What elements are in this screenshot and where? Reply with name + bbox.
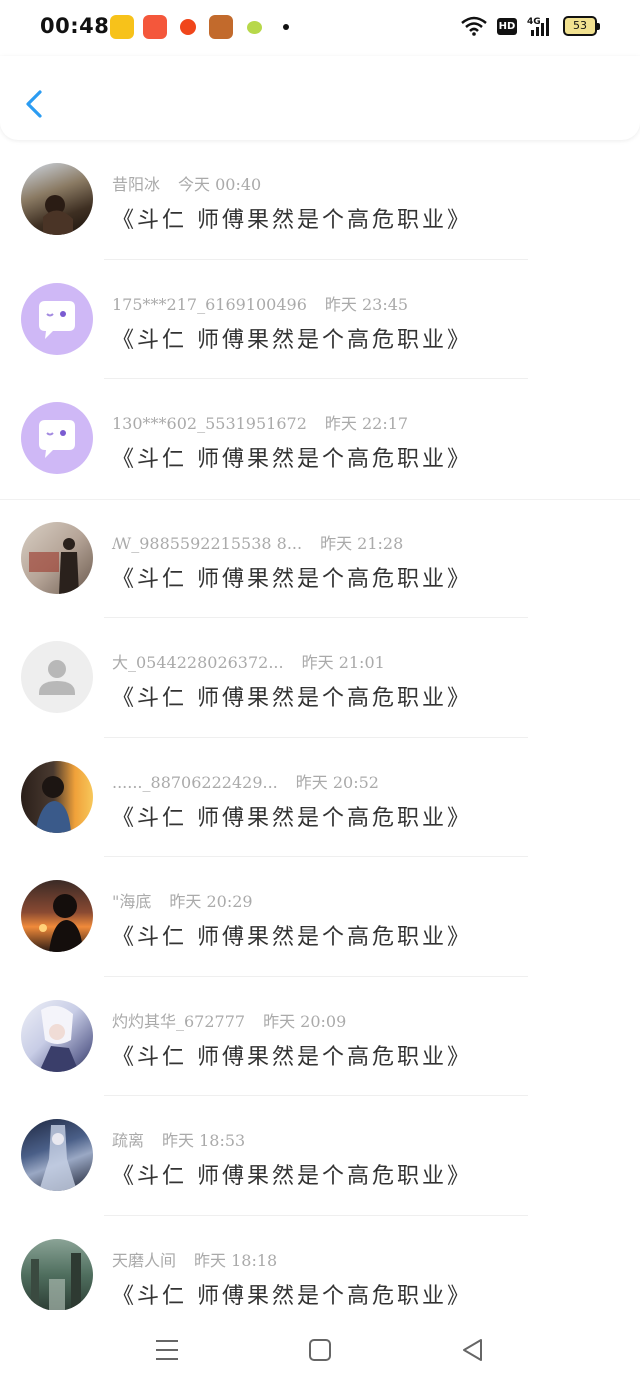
avatar[interactable]: [21, 282, 93, 355]
username[interactable]: 灼灼其华_672777: [112, 1012, 245, 1031]
list-item[interactable]: "海底 昨天 20:29 《斗仁 师傅果然是个高危职业》: [0, 857, 640, 977]
top-app-bar: [0, 56, 640, 140]
chat-bubble-icon: [39, 300, 75, 339]
notification-icons: [110, 15, 289, 39]
network-type-label: 4G: [527, 17, 541, 27]
timestamp: 昨天 21:28: [320, 533, 404, 553]
avatar[interactable]: [21, 760, 93, 833]
message-text: 《斗仁 师傅果然是个高危职业》: [112, 1164, 472, 1189]
menu-icon[interactable]: [149, 1332, 185, 1368]
list-item[interactable]: 昔阳冰 今天 00:40 《斗仁 师傅果然是个高危职业》: [0, 140, 640, 260]
avatar[interactable]: [21, 1238, 93, 1311]
timestamp: 昨天 21:01: [301, 653, 385, 672]
avatar[interactable]: [21, 402, 93, 474]
message-text: 《斗仁 师傅果然是个高危职业》: [112, 1044, 472, 1070]
username[interactable]: 疏离: [112, 1131, 144, 1150]
timestamp: 昨天 18:18: [194, 1250, 278, 1270]
list-item[interactable]: ......_88706222429... 昨天 20:52 《斗仁 师傅果然是个…: [0, 738, 640, 857]
username[interactable]: 昔阳冰: [112, 175, 160, 194]
message-text: 《斗仁 师傅果然是个高危职业》: [112, 208, 472, 233]
username[interactable]: 175***217_6169100496: [112, 295, 307, 314]
avatar[interactable]: [21, 521, 93, 594]
more-notifications-dot: [283, 24, 289, 30]
status-time: 00:48: [40, 14, 110, 38]
timestamp: 昨天 20:09: [263, 1011, 347, 1031]
timestamp: 昨天 20:52: [295, 772, 379, 792]
message-text: 《斗仁 师傅果然是个高危职业》: [112, 805, 472, 831]
username[interactable]: 130***602_5531951672: [112, 414, 307, 433]
app-notification-icon: [242, 15, 266, 39]
message-text: 《斗仁 师傅果然是个高危职业》: [112, 566, 472, 592]
list-item[interactable]: ꟿ_9885592215538 8... 昨天 21:28 《斗仁 师傅果然是个高…: [0, 498, 640, 618]
list-item[interactable]: 130***602_5531951672 昨天 22:17 《斗仁 师傅果然是个高…: [0, 379, 640, 499]
username[interactable]: 天磨人间: [112, 1251, 176, 1270]
status-bar: 00:48 HD 4G 53: [0, 0, 640, 56]
battery-level: 53: [563, 16, 597, 36]
list-item[interactable]: 175***217_6169100496 昨天 23:45 《斗仁 师傅果然是个高…: [0, 260, 640, 379]
avatar[interactable]: [21, 1119, 93, 1191]
username[interactable]: 大_0544228026372...: [112, 653, 284, 672]
comment-list: 昔阳冰 今天 00:40 《斗仁 师傅果然是个高危职业》 175***217_61…: [0, 140, 640, 1335]
avatar[interactable]: [21, 163, 93, 235]
timestamp: 昨天 22:17: [324, 414, 409, 433]
chat-bubble-icon: [39, 420, 75, 458]
system-navigation-bar: [0, 1310, 640, 1387]
battery-icon: 53: [563, 16, 600, 36]
app-notification-icon: [143, 15, 167, 39]
avatar[interactable]: [21, 880, 93, 952]
username[interactable]: ꟿ_9885592215538 8...: [112, 534, 302, 553]
signal-icon: 4G: [527, 17, 549, 36]
timestamp: 昨天 20:29: [169, 892, 253, 911]
timestamp: 今天 00:40: [178, 175, 262, 194]
avatar[interactable]: [21, 999, 93, 1072]
list-item[interactable]: 疏离 昨天 18:53 《斗仁 师傅果然是个高危职业》: [0, 1096, 640, 1216]
back-button[interactable]: [20, 84, 50, 124]
app-notification-icon: [209, 15, 233, 39]
message-text: 《斗仁 师傅果然是个高危职业》: [112, 686, 472, 711]
username[interactable]: ......_88706222429...: [112, 773, 278, 792]
wifi-icon: [461, 16, 487, 36]
timestamp: 昨天 18:53: [162, 1131, 246, 1150]
message-text: 《斗仁 师傅果然是个高危职业》: [112, 925, 472, 950]
username[interactable]: "海底: [112, 892, 151, 911]
message-text: 《斗仁 师傅果然是个高危职业》: [112, 447, 472, 472]
message-text: 《斗仁 师傅果然是个高危职业》: [112, 1283, 472, 1309]
hd-icon: HD: [497, 17, 517, 35]
avatar[interactable]: [21, 641, 93, 713]
home-icon[interactable]: [302, 1332, 338, 1368]
message-text: 《斗仁 师傅果然是个高危职业》: [112, 327, 472, 353]
list-item[interactable]: 灼灼其华_672777 昨天 20:09 《斗仁 师傅果然是个高危职业》: [0, 977, 640, 1096]
app-notification-icon: [110, 15, 134, 39]
timestamp: 昨天 23:45: [324, 294, 409, 314]
back-nav-icon[interactable]: [455, 1332, 491, 1368]
default-person-icon: [39, 660, 75, 695]
list-item[interactable]: 大_0544228026372... 昨天 21:01 《斗仁 师傅果然是个高危职…: [0, 618, 640, 738]
app-notification-icon: [176, 15, 200, 39]
system-icons: HD 4G 53: [461, 15, 600, 37]
